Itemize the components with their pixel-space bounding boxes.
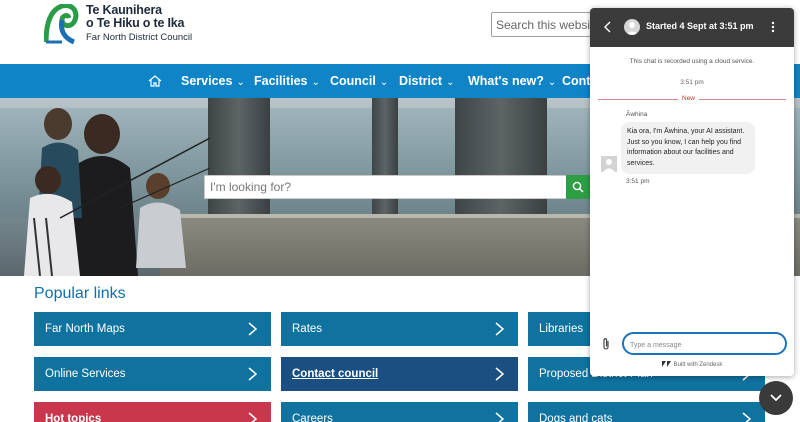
logo-line-3: Far North District Council — [86, 32, 193, 43]
tile-hot-topics[interactable]: Hot topics — [34, 402, 271, 422]
chevron-down-icon: ⌄ — [547, 77, 557, 88]
chevron-down-icon: ⌄ — [311, 77, 320, 88]
chevron-right-icon — [742, 412, 752, 422]
nav-item-district[interactable]: District ⌄ — [399, 64, 454, 98]
nav-item-facilities[interactable]: Facilities ⌄ — [254, 64, 320, 98]
zendesk-icon — [661, 361, 671, 367]
chevron-right-icon — [248, 412, 258, 422]
chat-toggle-button[interactable] — [759, 381, 793, 415]
site-search — [491, 12, 592, 37]
nav-item-council[interactable]: Council ⌄ — [330, 64, 388, 98]
divider-label: New — [678, 95, 700, 102]
chevron-right-icon — [495, 367, 505, 381]
chevron-right-icon — [495, 412, 505, 422]
tile-label: Rates — [292, 323, 323, 335]
popular-links-heading: Popular links — [34, 285, 126, 302]
agent-avatar — [601, 156, 617, 172]
tile-rates[interactable]: Rates — [281, 312, 518, 346]
tile-label: Dogs and cats — [539, 413, 613, 422]
back-arrow-icon[interactable] — [603, 20, 613, 34]
tile-label: Libraries — [539, 323, 584, 335]
tile-careers[interactable]: Careers — [281, 402, 518, 422]
koru-logo-icon — [43, 3, 80, 45]
tile-label: Online Services — [45, 368, 126, 380]
home-icon[interactable] — [147, 73, 163, 89]
chat-title: Started 4 Sept at 3:51 pm — [646, 21, 754, 31]
tile-label: Far North Maps — [45, 323, 125, 335]
chevron-down-icon: ⌄ — [236, 77, 245, 88]
chevron-down-icon: ⌄ — [379, 77, 389, 88]
tile-dogs-and-cats[interactable]: Dogs and cats — [528, 402, 765, 422]
avatar — [624, 19, 640, 35]
tile-label: Hot topics — [45, 413, 102, 422]
tile-label: Contact council — [292, 368, 379, 380]
chat-header: Started 4 Sept at 3:51 pm — [590, 8, 794, 47]
hero-search-input[interactable] — [205, 176, 560, 198]
built-with-zendesk[interactable]: Built with Zendesk — [590, 361, 794, 368]
wharf-pile — [455, 98, 547, 228]
nav-label: Facilities — [254, 74, 308, 88]
tile-label: Careers — [292, 413, 333, 422]
nav-label: Services — [181, 74, 233, 88]
hero-search — [204, 175, 590, 199]
chat-timestamp: 3:51 pm — [680, 79, 704, 86]
chat-widget: Started 4 Sept at 3:51 pm This chat is r… — [590, 8, 794, 376]
nav-item-whats-new[interactable]: What's new? ⌄ — [468, 64, 556, 98]
paperclip-icon[interactable] — [601, 337, 611, 351]
family-fishing-image — [24, 108, 210, 276]
chat-message: Kia ora, I'm Āwhina, your AI assistant. … — [621, 122, 755, 174]
chevron-right-icon — [495, 322, 505, 336]
page: Te Kaunihera o Te Hiku o te Ika Far Nort… — [0, 0, 800, 422]
built-with-label: Built with Zendesk — [673, 362, 723, 368]
site-search-input[interactable] — [496, 14, 592, 36]
nav-item-services[interactable]: Services ⌄ — [181, 64, 245, 98]
more-vertical-icon[interactable] — [770, 20, 776, 34]
logo-text: Te Kaunihera o Te Hiku o te Ika Far Nort… — [86, 4, 192, 44]
wharf-pile — [208, 98, 270, 222]
chevron-right-icon — [248, 367, 258, 381]
logo-line-2: o Te Hiku o te Ika — [86, 16, 185, 30]
chat-message-field — [622, 332, 787, 355]
wharf-pile — [372, 98, 398, 226]
hero-search-button[interactable] — [566, 175, 590, 199]
council-logo[interactable]: Te Kaunihera o Te Hiku o te Ika Far Nort… — [43, 3, 192, 45]
nav-label: Council — [330, 74, 376, 88]
chevron-down-icon: ⌄ — [446, 77, 455, 88]
message-timestamp: 3:51 pm — [626, 178, 650, 185]
tile-far-north-maps[interactable]: Far North Maps — [34, 312, 271, 346]
nav-label: What's new? — [468, 74, 544, 88]
tile-contact-council[interactable]: Contact council — [281, 357, 518, 391]
chat-message-input[interactable] — [630, 336, 780, 355]
search-icon — [572, 181, 584, 193]
tile-online-services[interactable]: Online Services — [34, 357, 271, 391]
nav-label: District — [399, 74, 443, 88]
chevron-down-icon — [770, 394, 782, 402]
chevron-right-icon — [248, 322, 258, 336]
message-sender: Āwhina — [626, 111, 648, 118]
chat-recording-notice: This chat is recorded using a cloud serv… — [629, 58, 755, 65]
new-messages-divider: New — [598, 95, 786, 104]
